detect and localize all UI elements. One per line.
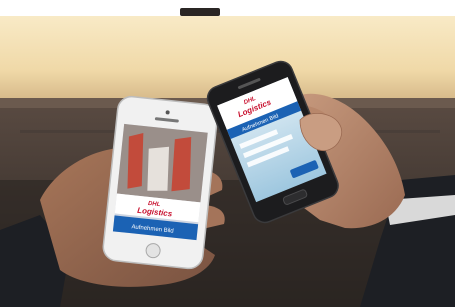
iphone-device: DHL Logistics Aufnehmen Bild xyxy=(102,95,218,270)
photo: DHL Logistics Aufnehmen Bild DHL Logisti… xyxy=(0,0,455,307)
